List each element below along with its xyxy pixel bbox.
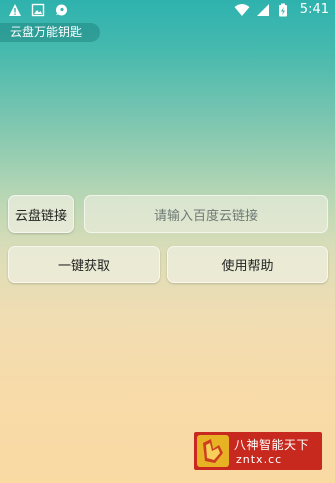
status-bar: 5:41 (0, 0, 335, 22)
battery-charging-icon (278, 3, 292, 17)
signal-icon (256, 3, 270, 17)
watermark: 八神智能天下 zntx.cc (194, 432, 322, 470)
status-bar-system: 5:41 (234, 3, 329, 17)
image-icon (31, 3, 45, 17)
watermark-url: zntx.cc (236, 453, 283, 466)
help-button[interactable]: 使用帮助 (167, 246, 328, 283)
wifi-icon (234, 3, 250, 17)
chat-bubble-icon (54, 3, 68, 17)
one-click-get-button[interactable]: 一键获取 (8, 246, 160, 283)
warning-icon (8, 3, 22, 17)
link-input[interactable]: 请输入百度云链接 (84, 195, 328, 233)
cloud-link-button[interactable]: 云盘链接 (8, 195, 74, 233)
watermark-title: 八神智能天下 (234, 438, 310, 452)
watermark-logo-icon (197, 435, 229, 467)
status-time: 5:41 (299, 2, 329, 17)
status-bar-notifications (8, 3, 68, 17)
app-title: 云盘万能钥匙 (0, 23, 100, 42)
